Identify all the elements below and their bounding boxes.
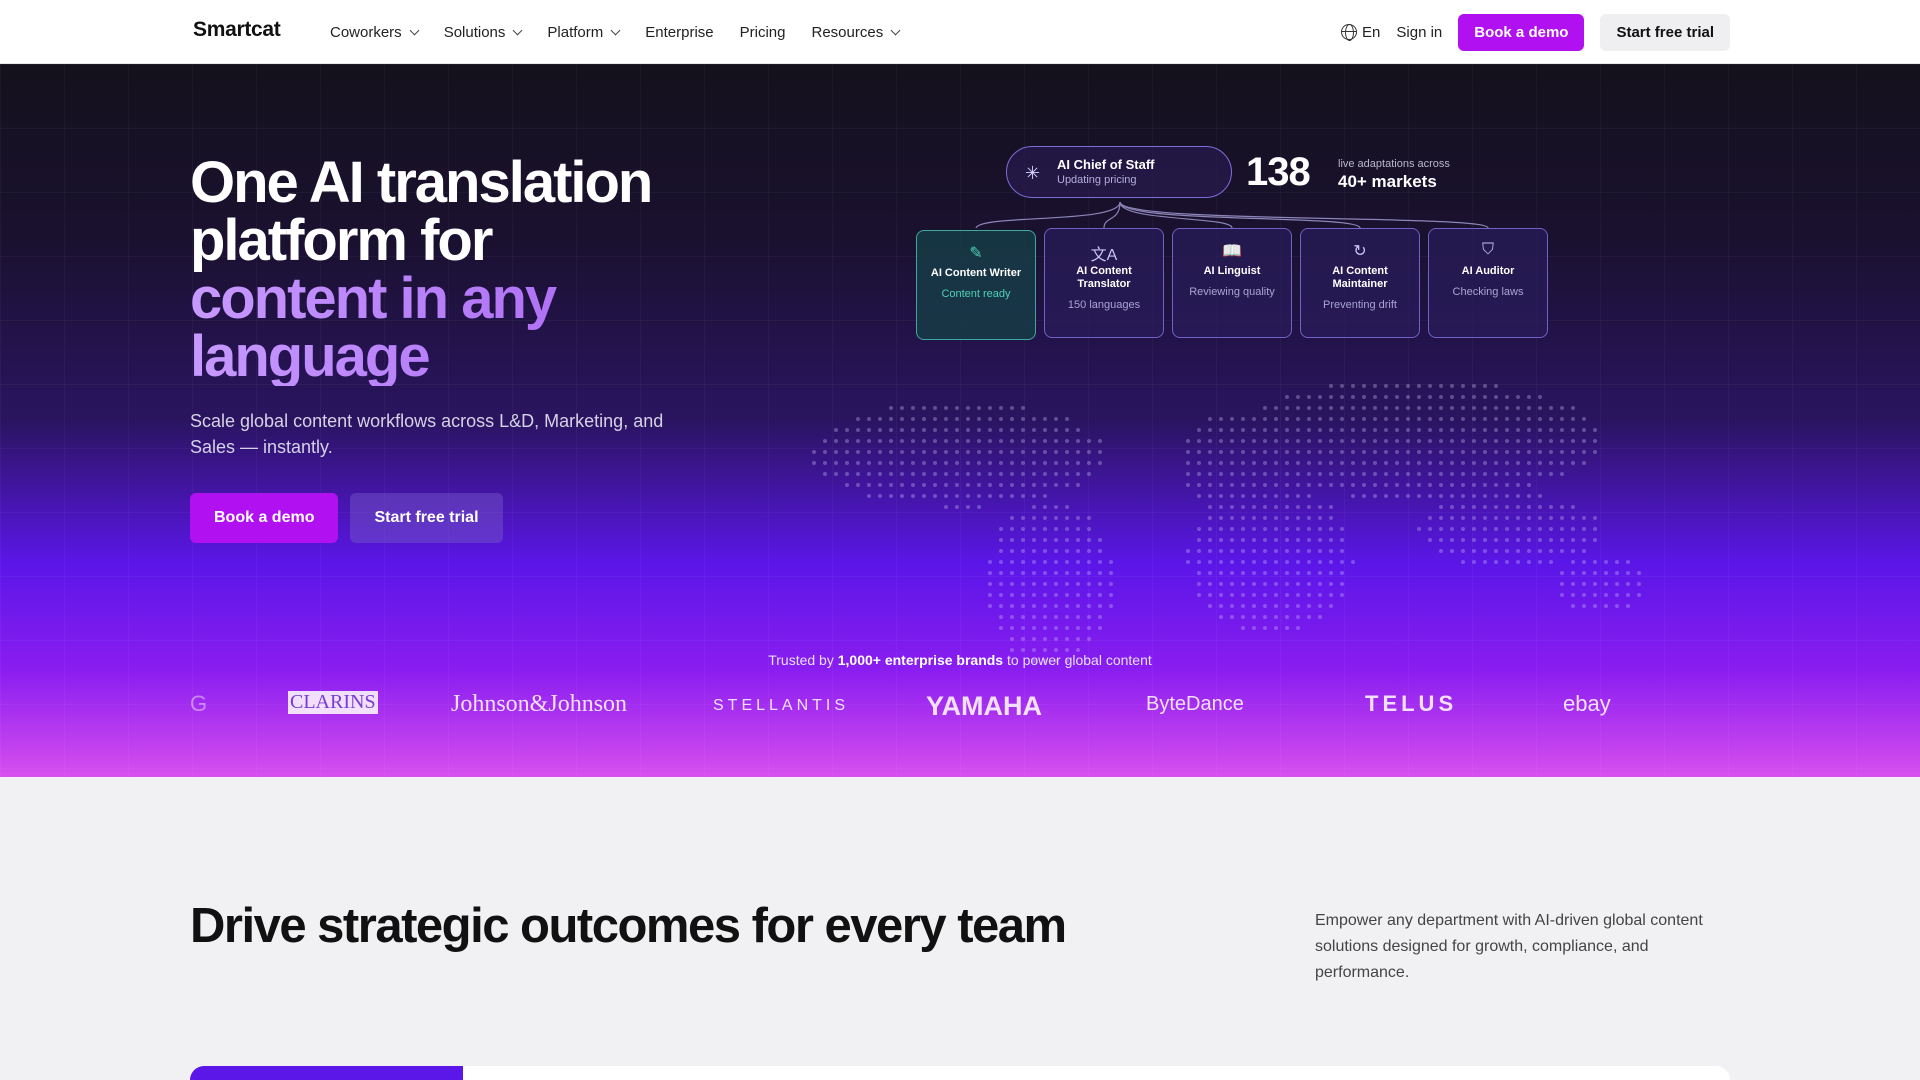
chevron-down-icon [890,25,901,35]
card-ai-content-translator: 文A AI Content Translator 150 languages [1044,228,1164,338]
card-status: Preventing drift [1323,299,1397,311]
menu-label: Pricing [739,23,786,41]
card-ai-content-writer: ✎ AI Content Writer Content ready [916,230,1036,340]
section-title: Drive strategic outcomes for every team [190,899,1067,953]
menu-item-enterprise[interactable]: Enterprise [645,24,713,41]
chevron-down-icon [610,25,621,35]
smartcat-logo[interactable]: Smartcat [193,18,281,42]
menu-item-coworkers[interactable]: Coworkers [330,23,420,41]
nav-book-demo-button[interactable]: Book a demo [1458,13,1585,51]
brand-logo-bytedance: ByteDance [1146,693,1244,715]
menu-label: Resources [811,23,884,41]
language-selector[interactable]: En [1341,24,1380,41]
shield-check-icon: ⛉ [1481,241,1494,258]
trusted-suffix: to power global content [1007,652,1152,668]
refresh-icon: ↻ [1353,243,1367,260]
trusted-highlight: 1,000+ enterprise brands [837,652,1004,668]
menu-label: Coworkers [330,23,402,41]
globe-icon [1341,24,1358,41]
menu-label: Platform [547,23,604,41]
trusted-prefix: Trusted by [768,652,834,668]
nav-start-trial-button[interactable]: Start free trial [1600,13,1730,51]
sign-in-link[interactable]: Sign in [1396,24,1442,41]
translate-icon: 文A [1090,247,1118,264]
card-status: 150 languages [1067,299,1141,311]
menu-item-platform[interactable]: Platform [547,23,621,41]
card-status: Checking laws [1452,286,1524,298]
chevron-down-icon [512,25,523,35]
top-navigation: Smartcat Coworkers Solutions Platform En… [0,0,1920,64]
menu-item-resources[interactable]: Resources [811,23,901,41]
team-tabs [190,1066,1730,1080]
card-ai-auditor: ⛉ AI Auditor Checking laws [1428,228,1548,338]
card-status: Reviewing quality [1189,286,1275,298]
card-ai-content-maintainer: ↻ AI Content Maintainer Preventing drift [1300,228,1420,338]
diagram-connectors [975,201,1489,229]
brand-logo-yamaha: YAMAHA [926,691,1043,721]
brand-logo-clarins: CLARINS [288,691,378,714]
card-name: AI Content Writer [930,267,1022,279]
menu-label: Enterprise [645,23,714,41]
chevron-down-icon [409,25,420,35]
menu-label: Solutions [443,23,506,41]
brand-logos-row: G CLARINS Johnson&Johnson STELLANTIS YAM… [190,691,1730,731]
card-status: Content ready [941,288,1011,300]
markets-count: 40+ markets [1338,172,1437,191]
adaptations-caption: live adaptations across [1338,158,1450,170]
ai-chief-of-staff-pill: ✳ AI Chief of Staff Updating pricing [1006,146,1232,198]
section-description: Empower any department with AI-driven gl… [1315,912,1703,981]
sparkle-logo-icon: ✳ [1025,163,1041,183]
chief-name: AI Chief of Staff [1057,157,1155,172]
brand-logo-johnson: Johnson&Johnson [451,691,628,717]
card-name: AI Content Maintainer [1332,265,1388,290]
nav-actions: En Sign in Book a demo Start free trial [1341,0,1730,64]
language-label: En [1362,23,1381,41]
brand-logo: G [190,691,208,716]
active-team-tab[interactable] [190,1066,463,1080]
card-name: AI Linguist [1203,265,1261,277]
menu-item-solutions[interactable]: Solutions [443,23,523,41]
brand-logo-telus: TELUS [1365,691,1458,716]
hero-section: One AI translation platform for content … [0,64,1920,777]
card-name: AI Auditor [1461,265,1515,277]
main-menu: Coworkers Solutions Platform Enterprise … [330,0,901,64]
book-icon: 📖 [1222,243,1242,260]
trusted-by-text: Trusted by 1,000+ enterprise brands to p… [0,652,1920,668]
card-ai-linguist: 📖 AI Linguist Reviewing quality [1172,228,1292,338]
chief-status: Updating pricing [1057,174,1137,186]
brand-logo-stellantis: STELLANTIS [713,697,850,714]
adaptations-count: 138 [1246,150,1311,194]
card-name: AI Content Translator [1076,265,1132,290]
menu-item-pricing[interactable]: Pricing [740,24,786,41]
brand-logo-ebay: ebay [1563,691,1611,716]
edit-icon: ✎ [969,245,983,262]
